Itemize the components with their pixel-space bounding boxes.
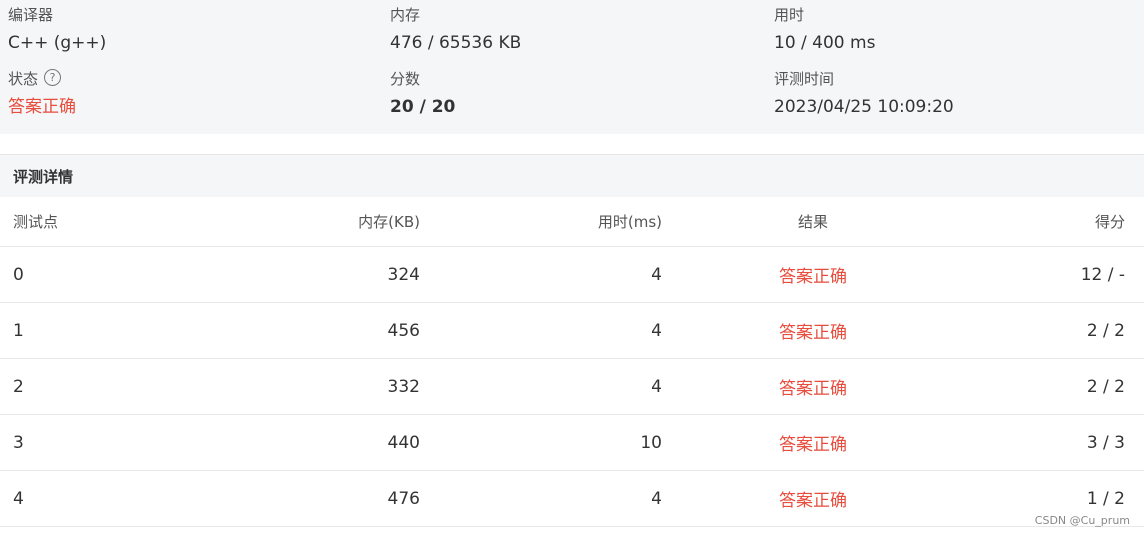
row-case: 4 <box>13 488 24 509</box>
header-score: 得分 <box>1094 212 1125 231</box>
compiler-label: 编译器 <box>8 6 54 24</box>
row-time: 4 <box>651 488 662 509</box>
header-time: 用时(ms) <box>597 212 662 231</box>
details-table: 测试点 内存(KB) 用时(ms) 结果 得分 0 324 4 答案正确 12 … <box>0 196 1144 527</box>
row-result: 答案正确 <box>779 491 847 511</box>
header-case: 测试点 <box>13 212 59 231</box>
row-result: 答案正确 <box>779 379 847 399</box>
header-memory: 内存(KB) <box>358 212 420 231</box>
row-memory: 332 <box>387 376 420 397</box>
time-value: 10 / 400 ms <box>774 33 876 53</box>
details-title: 评测详情 <box>13 168 74 186</box>
row-memory: 324 <box>387 264 420 285</box>
time-label: 用时 <box>774 6 805 24</box>
compiler-value: C++ (g++) <box>8 33 107 53</box>
time-field: 用时 10 / 400 ms <box>774 5 875 55</box>
row-time: 4 <box>651 376 662 397</box>
memory-value: 476 / 65536 KB <box>390 33 522 53</box>
row-time: 4 <box>651 264 662 285</box>
row-score: 2 / 2 <box>1086 320 1125 341</box>
table-row: 0 324 4 答案正确 12 / - <box>0 247 1144 303</box>
row-case: 1 <box>13 320 24 341</box>
judge-time-value: 2023/04/25 10:09:20 <box>774 97 954 117</box>
judge-time-label: 评测时间 <box>774 70 835 88</box>
memory-field: 内存 476 / 65536 KB <box>390 5 521 55</box>
row-result: 答案正确 <box>779 267 847 287</box>
header-result: 结果 <box>797 212 828 231</box>
row-case: 0 <box>13 264 24 285</box>
table-row: 4 476 4 答案正确 1 / 2 <box>0 471 1144 527</box>
score-value: 20 / 20 <box>390 97 456 117</box>
status-label-row: 状态? <box>8 69 76 89</box>
row-time: 4 <box>651 320 662 341</box>
submission-summary: 编译器 C++ (g++) 内存 476 / 65536 KB 用时 10 / … <box>0 0 1144 134</box>
row-result: 答案正确 <box>779 323 847 343</box>
status-value: 答案正确 <box>8 97 76 117</box>
compiler-field: 编译器 C++ (g++) <box>8 5 106 55</box>
row-memory: 440 <box>387 432 420 453</box>
row-case: 3 <box>13 432 24 453</box>
judge-time-field: 评测时间 2023/04/25 10:09:20 <box>774 69 954 119</box>
row-score: 12 / - <box>1080 264 1125 285</box>
table-row: 1 456 4 答案正确 2 / 2 <box>0 303 1144 359</box>
memory-label: 内存 <box>390 6 421 24</box>
score-field: 分数 20 / 20 <box>390 69 455 119</box>
row-result: 答案正确 <box>779 435 847 455</box>
row-case: 2 <box>13 376 24 397</box>
details-section-header: 评测详情 <box>0 154 1144 197</box>
watermark: CSDN @Cu_prum <box>1034 514 1130 527</box>
status-field: 状态? 答案正确 <box>8 69 76 119</box>
row-score: 3 / 3 <box>1086 432 1125 453</box>
status-label: 状态 <box>8 70 39 88</box>
score-label: 分数 <box>390 70 421 88</box>
row-score: 2 / 2 <box>1086 376 1125 397</box>
table-header-row: 测试点 内存(KB) 用时(ms) 结果 得分 <box>0 196 1144 247</box>
row-memory: 476 <box>387 488 420 509</box>
row-memory: 456 <box>387 320 420 341</box>
table-row: 2 332 4 答案正确 2 / 2 <box>0 359 1144 415</box>
row-time: 10 <box>640 432 662 453</box>
question-circle-icon[interactable]: ? <box>44 69 62 86</box>
table-row: 3 440 10 答案正确 3 / 3 <box>0 415 1144 471</box>
